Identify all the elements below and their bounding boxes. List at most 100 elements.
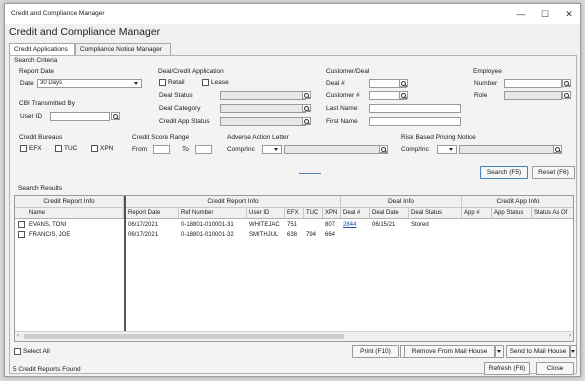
first-name-input[interactable] xyxy=(369,117,461,126)
select-all-label: Select All xyxy=(23,348,50,355)
row-report-date: 06/17/2021 xyxy=(128,222,159,228)
column-header-name[interactable]: Name xyxy=(15,208,124,219)
search-icon[interactable] xyxy=(562,79,571,87)
search-icon[interactable] xyxy=(111,112,120,120)
search-button[interactable]: Search (F5) xyxy=(480,166,528,179)
group-header: Credit Report Info xyxy=(126,196,341,208)
column-header-ref-number[interactable]: Ref Number xyxy=(179,208,247,219)
credit-app-status-input[interactable] xyxy=(220,117,306,126)
retail-label: Retail xyxy=(168,79,185,86)
score-to-input[interactable] xyxy=(195,145,212,154)
search-icon[interactable] xyxy=(553,145,562,153)
credit-applications-panel: Search Criteria Report Date Date 30 Days… xyxy=(9,55,577,375)
column-header-app-number[interactable]: App # xyxy=(462,208,492,219)
first-name-label: First Name xyxy=(326,118,358,125)
refresh-button[interactable]: Refresh (F8) xyxy=(484,362,530,375)
splitter-handle[interactable] xyxy=(299,173,321,174)
horizontal-scrollbar[interactable]: ‹ › xyxy=(15,331,573,341)
row-deal-number xyxy=(341,231,370,239)
last-name-input[interactable] xyxy=(369,104,461,113)
adverse-comp-inc-select[interactable] xyxy=(262,145,282,154)
close-button[interactable]: Close xyxy=(536,362,574,375)
column-header-tuc[interactable]: TUC xyxy=(304,208,323,219)
scroll-right-icon[interactable]: › xyxy=(569,333,571,339)
minimize-button[interactable]: — xyxy=(511,7,531,21)
row-checkbox[interactable] xyxy=(18,231,25,238)
group-header: Credit App Info xyxy=(462,196,573,208)
group-header: Deal Info xyxy=(341,196,462,208)
tuc-label: TUC xyxy=(64,145,78,152)
row-report-date: 06/17/2021 xyxy=(128,232,159,238)
remove-from-mail-house-button[interactable]: Remove From Mail House xyxy=(404,345,495,358)
deal-category-input[interactable] xyxy=(220,104,306,113)
tuc-checkbox[interactable] xyxy=(55,145,62,152)
user-id-label: User ID xyxy=(20,113,43,120)
column-header-xpn[interactable]: XPN xyxy=(323,208,341,219)
app-window: Credit and Compliance Manager — ☐ ✕ Cred… xyxy=(4,3,581,377)
column-header-deal-date[interactable]: Deal Date xyxy=(370,208,409,219)
lease-checkbox[interactable] xyxy=(202,79,209,86)
search-icon[interactable] xyxy=(302,104,311,112)
efx-checkbox[interactable] xyxy=(20,145,27,152)
search-results-title: Search Results xyxy=(18,185,63,192)
search-icon[interactable] xyxy=(399,79,408,87)
row-deal-number-link[interactable]: 2844 xyxy=(341,221,370,229)
cbi-transmitted-label: CBI Transmitted By xyxy=(19,100,75,107)
score-to-label: To xyxy=(182,146,189,153)
row-xpn: 807 xyxy=(325,222,336,228)
adverse-action-label: Adverse Action Letter xyxy=(227,134,289,141)
reset-button[interactable]: Reset (F6) xyxy=(532,166,575,179)
adverse-action-input[interactable] xyxy=(284,145,388,154)
send-to-mail-house-button[interactable]: Send to Mail House xyxy=(506,345,570,358)
row-name[interactable]: EVANS, TONI xyxy=(27,221,123,229)
row-name[interactable]: FRANCIS, JOE xyxy=(27,231,123,239)
search-icon[interactable] xyxy=(399,91,408,99)
tab-credit-applications[interactable]: Credit Applications xyxy=(9,43,75,55)
row-status-as-of xyxy=(532,221,573,229)
maximize-button[interactable]: ☐ xyxy=(535,7,555,21)
deal-status-input[interactable] xyxy=(220,91,306,100)
risk-based-input[interactable] xyxy=(459,145,562,154)
risk-comp-inc-select[interactable] xyxy=(437,145,457,154)
score-from-input[interactable] xyxy=(153,145,170,154)
close-window-button[interactable]: ✕ xyxy=(559,7,579,21)
column-header-status-as-of[interactable]: Status As Of xyxy=(532,208,573,219)
remove-dropdown-button[interactable] xyxy=(495,345,504,358)
chevron-down-icon xyxy=(496,348,503,355)
row-deal-status xyxy=(409,231,462,239)
row-efx: 638 xyxy=(287,232,298,238)
column-header-deal-status[interactable]: Deal Status xyxy=(409,208,462,219)
print-button[interactable]: Print (F10) xyxy=(352,345,399,358)
search-icon[interactable] xyxy=(379,145,388,153)
search-icon[interactable] xyxy=(302,91,311,99)
column-header-report-date[interactable]: Report Date xyxy=(126,208,179,219)
column-header-app-status[interactable]: App Status xyxy=(492,208,532,219)
row-ref-number: 0-18801-010001-32 xyxy=(181,232,234,238)
scroll-left-icon[interactable]: ‹ xyxy=(17,333,19,339)
cbi-user-id-input[interactable] xyxy=(50,112,110,121)
row-app-number xyxy=(462,221,492,229)
employee-number-input[interactable] xyxy=(504,79,562,88)
scrollbar-thumb[interactable] xyxy=(24,334,344,339)
column-header-efx[interactable]: EFX xyxy=(285,208,304,219)
column-header-user-id[interactable]: User ID xyxy=(247,208,285,219)
last-name-label: Last Name xyxy=(326,105,358,112)
select-all-checkbox[interactable] xyxy=(14,348,21,355)
column-divider[interactable] xyxy=(124,196,126,332)
xpn-checkbox[interactable] xyxy=(91,145,98,152)
row-checkbox[interactable] xyxy=(18,221,25,228)
row-app-status xyxy=(492,221,532,229)
risk-based-pricing-label: Risk Based Pricing Notice xyxy=(401,134,476,141)
column-header-deal-number[interactable]: Deal # xyxy=(341,208,370,219)
send-dropdown-button[interactable] xyxy=(570,345,577,358)
search-icon[interactable] xyxy=(302,117,311,125)
chevron-down-icon xyxy=(133,80,140,87)
retail-checkbox[interactable] xyxy=(159,79,166,86)
window-title: Credit and Compliance Manager xyxy=(11,10,105,17)
row-user-id: SMITHJUL xyxy=(249,232,279,238)
tab-compliance-notice-manager[interactable]: Compliance Notice Manager xyxy=(75,43,171,55)
group-header: Credit Report Info xyxy=(15,196,124,208)
search-icon[interactable] xyxy=(562,91,571,99)
report-date-select[interactable]: 30 Days xyxy=(37,79,142,88)
employee-role-input[interactable] xyxy=(504,91,562,100)
